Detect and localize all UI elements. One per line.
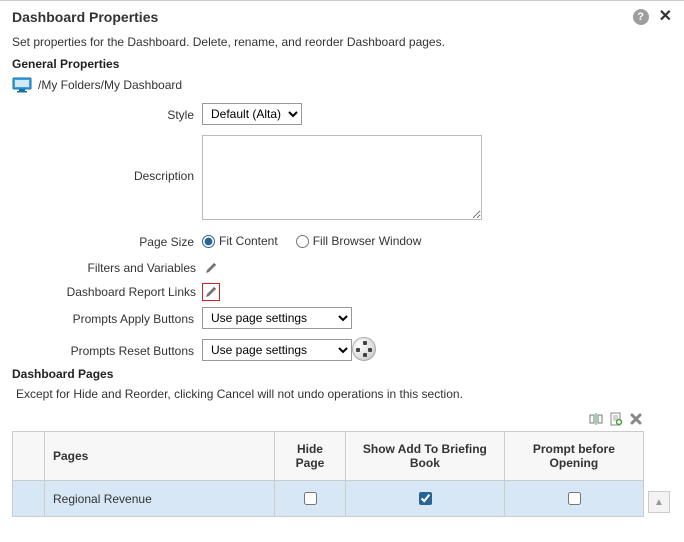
dialog-subtitle: Set properties for the Dashboard. Delete… xyxy=(12,35,672,49)
delete-page-icon[interactable] xyxy=(628,411,644,427)
page-size-label: Page Size xyxy=(12,233,202,249)
help-icon[interactable]: ? xyxy=(633,9,649,25)
style-label: Style xyxy=(12,106,202,122)
dashboard-icon xyxy=(12,77,32,93)
report-links-edit-button[interactable] xyxy=(202,283,220,301)
page-size-fill-radio[interactable] xyxy=(296,235,309,248)
prompt-before-open-checkbox[interactable] xyxy=(568,492,581,505)
prompts-apply-label: Prompts Apply Buttons xyxy=(12,310,202,326)
prompts-reset-select[interactable]: Use page settings xyxy=(202,339,352,361)
filters-variables-edit-button[interactable] xyxy=(202,259,220,277)
dialog-header: Dashboard Properties ? ✕ xyxy=(12,9,672,31)
move-up-button[interactable]: ▲ xyxy=(648,491,670,513)
rename-page-icon[interactable] xyxy=(588,411,604,427)
dashboard-pages-table: Pages Hide Page Show Add To Briefing Boo… xyxy=(12,431,644,517)
dashboard-properties-dialog: Dashboard Properties ? ✕ Set properties … xyxy=(0,0,684,529)
pages-toolbar xyxy=(12,411,672,427)
col-briefing: Show Add To Briefing Book xyxy=(345,432,504,481)
prompts-reset-label: Prompts Reset Buttons xyxy=(12,342,202,358)
dashboard-pages-title: Dashboard Pages xyxy=(12,367,672,381)
dialog-title: Dashboard Properties xyxy=(12,9,158,25)
col-handle xyxy=(13,432,45,481)
table-row[interactable]: Regional Revenue xyxy=(13,481,644,517)
close-icon[interactable]: ✕ xyxy=(659,9,672,25)
filters-variables-label: Filters and Variables xyxy=(12,261,202,275)
general-properties-title: General Properties xyxy=(12,57,672,71)
col-pages: Pages xyxy=(45,432,275,481)
dashboard-pages-note: Except for Hide and Reorder, clicking Ca… xyxy=(16,387,672,401)
page-name-cell[interactable]: Regional Revenue xyxy=(45,481,275,517)
style-select[interactable]: Default (Alta) xyxy=(202,103,302,125)
dashboard-path-row: /My Folders/My Dashboard xyxy=(12,77,672,93)
briefing-book-checkbox[interactable] xyxy=(419,492,432,505)
decorative-ball-icon xyxy=(352,337,376,361)
dashboard-path: /My Folders/My Dashboard xyxy=(38,78,182,92)
report-links-label: Dashboard Report Links xyxy=(12,285,202,299)
description-label: Description xyxy=(12,135,202,183)
description-textarea[interactable] xyxy=(202,135,482,220)
col-prompt: Prompt before Opening xyxy=(504,432,643,481)
prompts-apply-select[interactable]: Use page settings xyxy=(202,307,352,329)
hide-page-checkbox[interactable] xyxy=(304,492,317,505)
add-page-icon[interactable] xyxy=(608,411,624,427)
row-handle[interactable] xyxy=(13,481,45,517)
page-size-fit-option[interactable]: Fit Content xyxy=(202,234,278,248)
page-size-fit-radio[interactable] xyxy=(202,235,215,248)
col-hide: Hide Page xyxy=(275,432,346,481)
page-size-fill-option[interactable]: Fill Browser Window xyxy=(296,234,422,248)
